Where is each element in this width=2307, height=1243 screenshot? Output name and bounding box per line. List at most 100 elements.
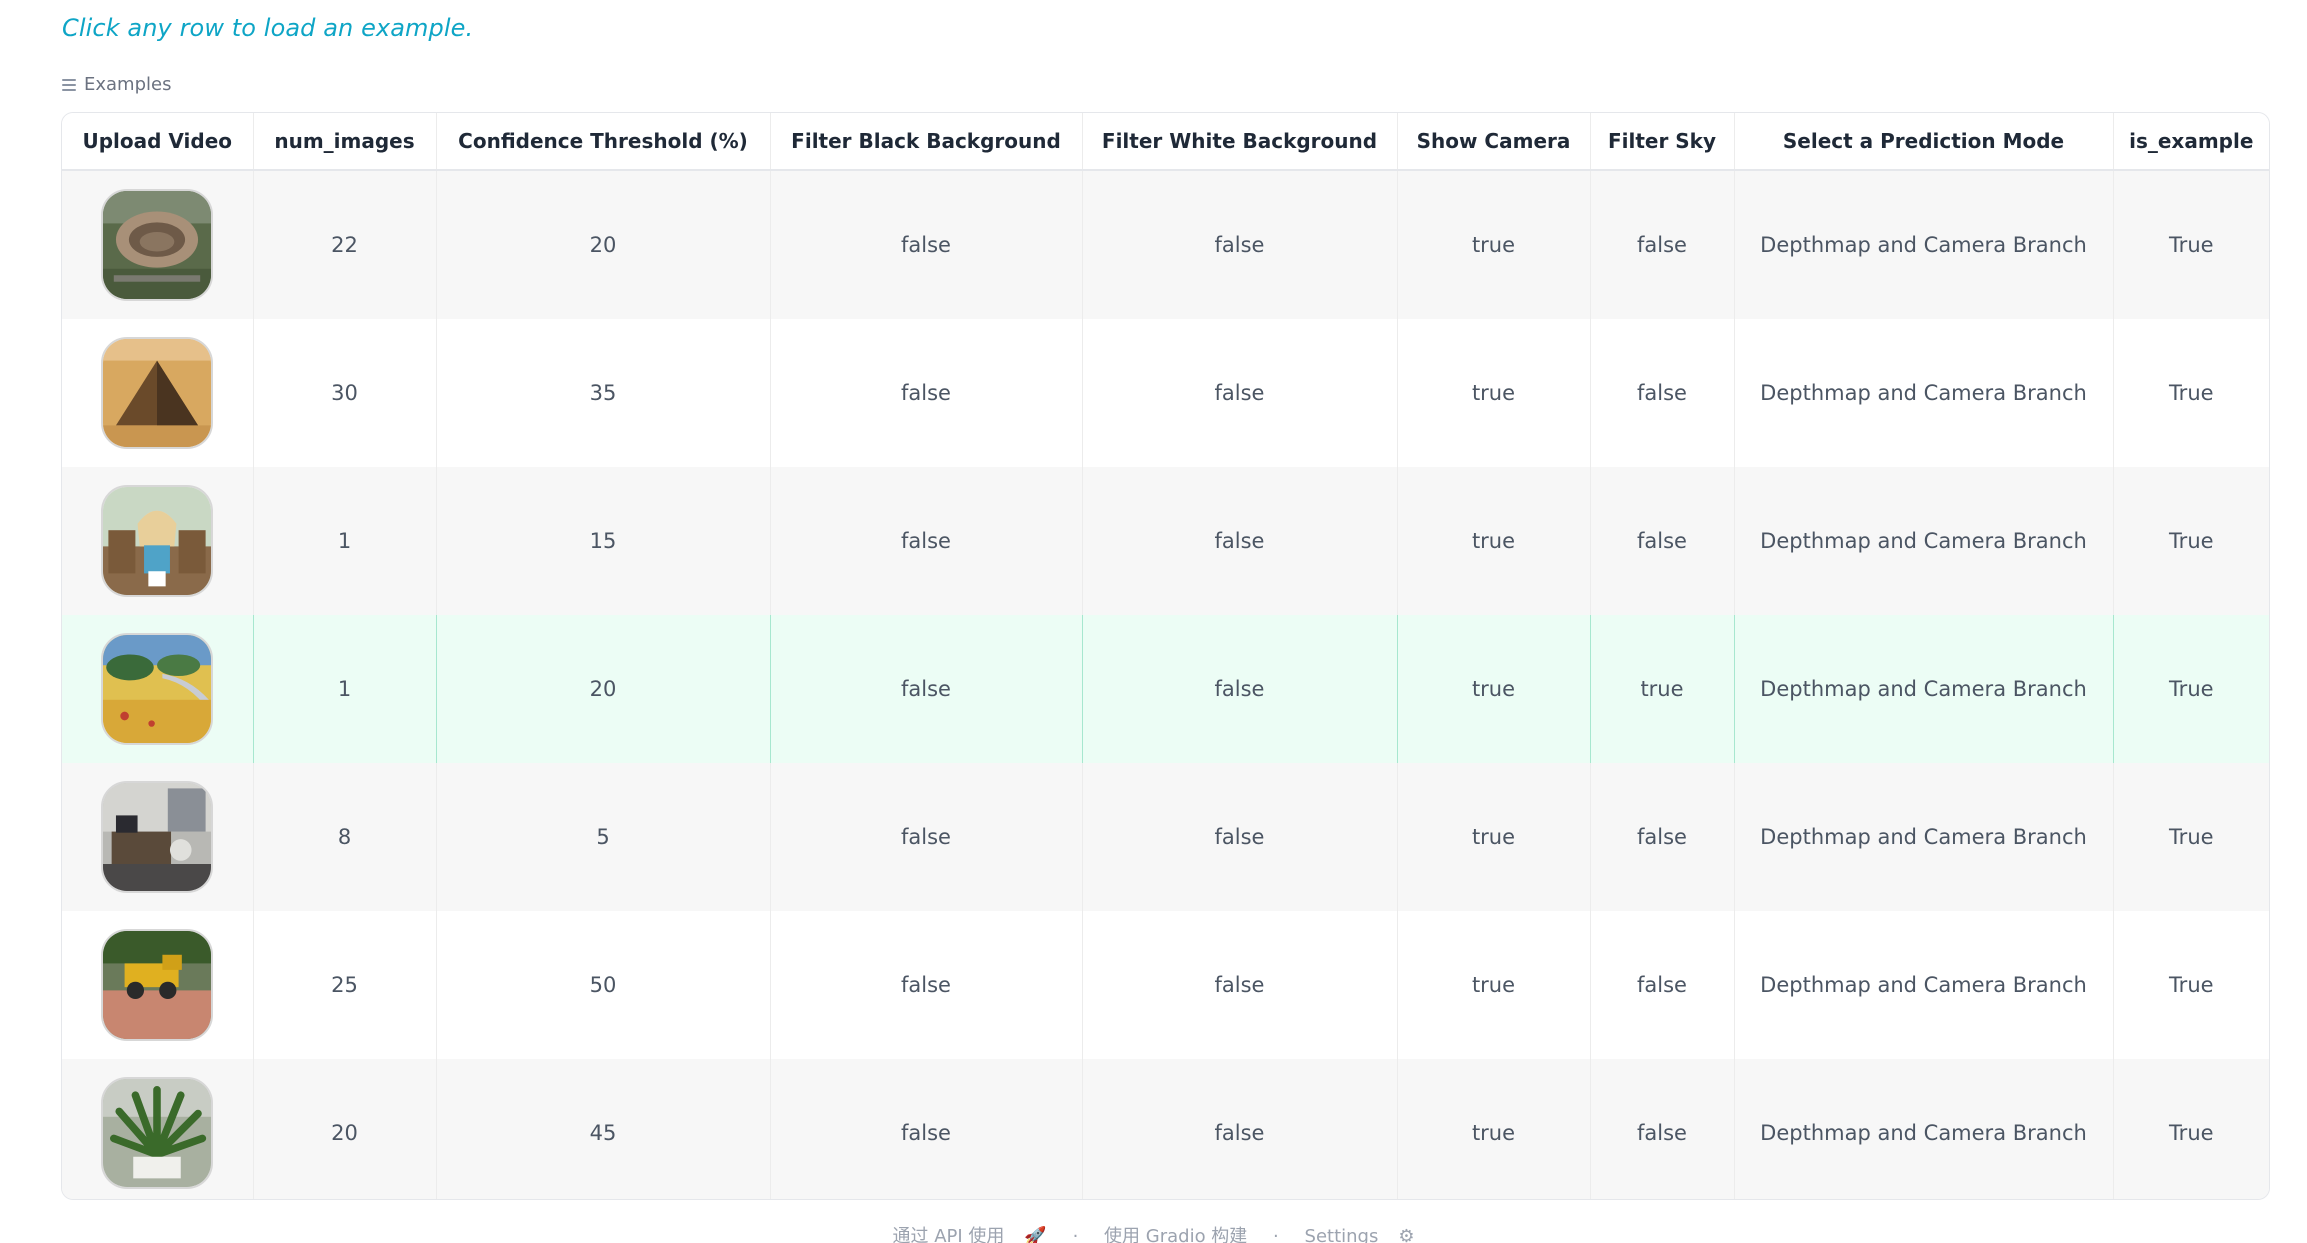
cell-prediction-mode: Depthmap and Camera Branch — [1734, 615, 2114, 763]
cell-filter-sky: true — [1590, 615, 1735, 763]
cell-show-camera: true — [1397, 1059, 1591, 1199]
cell-filter-black: false — [770, 1059, 1083, 1199]
cell-num-images: 1 — [253, 615, 437, 763]
cell-filter-black: false — [770, 763, 1083, 911]
footer-api-link[interactable]: 通过 API 使用 — [893, 1226, 1005, 1243]
gear-icon: ⚙ — [1398, 1226, 1415, 1243]
cell-is-example: True — [2168, 1121, 2214, 1145]
header-filter-white-background: Filter White Background — [1082, 113, 1398, 171]
cell-show-camera: true — [1397, 763, 1591, 911]
header-confidence-threshold: Confidence Threshold (%) — [436, 113, 771, 171]
cell-filter-sky: false — [1590, 763, 1735, 911]
examples-page: Click any row to load an example. Exampl… — [0, 0, 2307, 1243]
examples-label-text: Examples — [84, 74, 172, 95]
cell-confidence: 15 — [436, 467, 771, 615]
cell-prediction-mode: Depthmap and Camera Branch — [1734, 467, 2114, 615]
cell-prediction-mode: Depthmap and Camera Branch — [1734, 911, 2114, 1059]
examples-label: Examples — [62, 74, 171, 95]
header-prediction-mode: Select a Prediction Mode — [1734, 113, 2114, 171]
cell-is-example: True — [2168, 233, 2214, 257]
examples-hint: Click any row to load an example. — [62, 14, 474, 42]
footer-separator: · — [1072, 1226, 1079, 1243]
examples-table: Upload Video num_images Confidence Thres… — [61, 112, 2270, 1200]
cell-prediction-mode: Depthmap and Camera Branch — [1734, 763, 2114, 911]
toy-truck-thumbnail — [101, 929, 214, 1041]
fern-plant-thumbnail — [101, 1077, 214, 1189]
cell-filter-black: false — [770, 170, 1083, 319]
cell-confidence: 20 — [436, 615, 771, 763]
table-row[interactable]: 1 20 false false true true Depthmap and … — [62, 615, 2269, 763]
cell-num-images: 22 — [253, 170, 437, 319]
cell-confidence: 35 — [436, 319, 771, 467]
cell-filter-white: false — [1082, 615, 1398, 763]
table-row[interactable]: 20 45 false false true false Depthmap an… — [62, 1059, 2269, 1199]
cell-filter-white: false — [1082, 319, 1398, 467]
footer-separator: · — [1273, 1226, 1279, 1243]
colosseum-thumbnail — [101, 189, 214, 301]
cell-upload-video — [62, 911, 254, 1059]
header-is-example: is_example — [2113, 113, 2269, 171]
table-row[interactable]: 1 15 false false true false Depthmap and… — [62, 467, 2269, 615]
table-header-row: Upload Video num_images Confidence Thres… — [62, 113, 2269, 171]
cell-filter-sky: false — [1590, 1059, 1735, 1199]
rocket-icon: 🚀 — [1024, 1226, 1047, 1243]
cell-num-images: 20 — [253, 1059, 437, 1199]
cell-filter-white: false — [1082, 1059, 1398, 1199]
cell-is-example: True — [2168, 529, 2214, 553]
cell-num-images: 25 — [253, 911, 437, 1059]
cell-prediction-mode: Depthmap and Camera Branch — [1734, 319, 2114, 467]
cell-filter-sky: false — [1590, 170, 1735, 319]
cell-confidence: 5 — [436, 763, 771, 911]
cell-filter-black: false — [770, 615, 1083, 763]
cell-filter-black: false — [770, 319, 1083, 467]
cell-filter-sky: false — [1590, 911, 1735, 1059]
table-row[interactable]: 8 5 false false true false Depthmap and … — [62, 763, 2269, 911]
cell-upload-video — [62, 319, 254, 467]
painting-landscape-thumbnail — [101, 633, 214, 745]
cell-num-images: 1 — [253, 467, 437, 615]
cell-filter-white: false — [1082, 170, 1398, 319]
cell-filter-white: false — [1082, 911, 1398, 1059]
cell-upload-video — [62, 170, 254, 319]
list-icon — [62, 78, 76, 91]
cell-prediction-mode: Depthmap and Camera Branch — [1734, 170, 2114, 319]
cell-num-images: 30 — [253, 319, 437, 467]
cell-is-example: True — [2168, 825, 2214, 849]
cell-show-camera: true — [1397, 467, 1591, 615]
cell-show-camera: true — [1397, 911, 1591, 1059]
cell-filter-black: false — [770, 911, 1083, 1059]
cell-upload-video — [62, 615, 254, 763]
table-row[interactable]: 25 50 false false true false Depthmap an… — [62, 911, 2269, 1059]
cell-confidence: 50 — [436, 911, 771, 1059]
cell-upload-video — [62, 1059, 254, 1199]
header-show-camera: Show Camera — [1397, 113, 1591, 171]
header-filter-black-background: Filter Black Background — [770, 113, 1083, 171]
table-row[interactable]: 30 35 false false true false Depthmap an… — [62, 319, 2269, 467]
footer: 通过 API 使用 🚀 · 使用 Gradio 构建 · Settings ⚙ — [0, 1222, 2307, 1243]
cell-show-camera: true — [1397, 319, 1591, 467]
cell-confidence: 20 — [436, 170, 771, 319]
cell-filter-white: false — [1082, 763, 1398, 911]
anime-girl-thumbnail — [101, 485, 214, 597]
cell-upload-video — [62, 763, 254, 911]
header-filter-sky: Filter Sky — [1590, 113, 1735, 171]
cell-show-camera: true — [1397, 615, 1591, 763]
cell-is-example: True — [2168, 381, 2214, 405]
cell-is-example: True — [2168, 973, 2214, 997]
table-row[interactable]: 22 20 false false true false Depthmap an… — [62, 170, 2269, 319]
room-interior-thumbnail — [101, 781, 214, 893]
cell-prediction-mode: Depthmap and Camera Branch — [1734, 1059, 2114, 1199]
cell-is-example: True — [2168, 677, 2214, 701]
cell-filter-black: false — [770, 467, 1083, 615]
cell-filter-sky: false — [1590, 319, 1735, 467]
cell-confidence: 45 — [436, 1059, 771, 1199]
footer-gradio-link[interactable]: 使用 Gradio 构建 — [1104, 1226, 1247, 1243]
pyramid-thumbnail — [101, 337, 214, 449]
header-num-images: num_images — [253, 113, 437, 171]
cell-filter-white: false — [1082, 467, 1398, 615]
footer-settings-link[interactable]: Settings — [1305, 1226, 1379, 1243]
cell-filter-sky: false — [1590, 467, 1735, 615]
cell-show-camera: true — [1397, 170, 1591, 319]
cell-num-images: 8 — [253, 763, 437, 911]
cell-upload-video — [62, 467, 254, 615]
